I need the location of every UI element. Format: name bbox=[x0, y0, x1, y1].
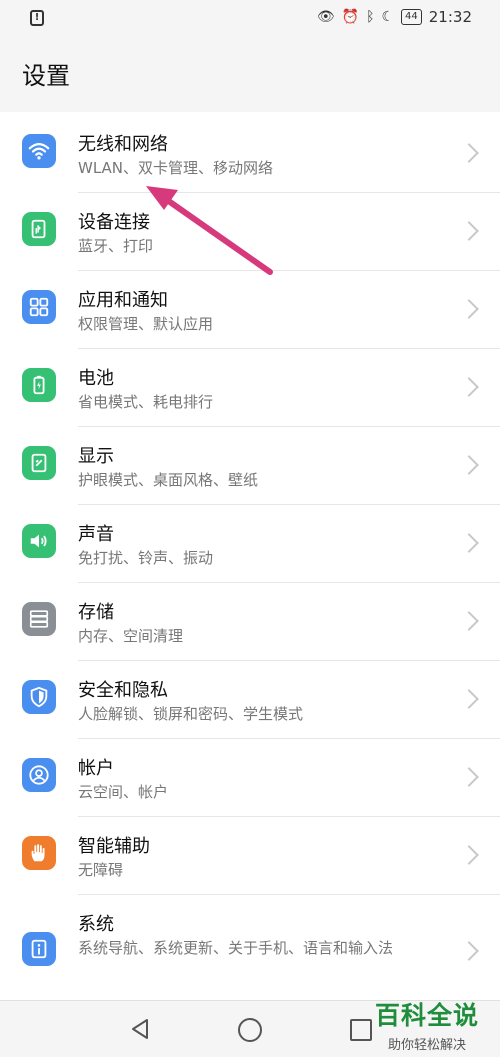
settings-item-subtitle: 云空间、帐户 bbox=[78, 783, 169, 801]
battery-indicator: 44 bbox=[401, 9, 422, 25]
speaker-icon bbox=[22, 524, 56, 558]
settings-item-account[interactable]: 帐户 云空间、帐户 bbox=[0, 738, 500, 816]
shield-icon bbox=[22, 680, 56, 714]
settings-item-title: 声音 bbox=[78, 524, 114, 545]
watermark-logo: 百科全说 bbox=[374, 1001, 479, 1030]
device-connection-icon bbox=[22, 212, 56, 246]
settings-item-subtitle: 无障碍 bbox=[78, 861, 124, 879]
settings-item-subtitle: 省电模式、耗电排行 bbox=[78, 393, 214, 411]
settings-item-subtitle: 权限管理、默认应用 bbox=[78, 315, 214, 333]
settings-item-subtitle: 护眼模式、桌面风格、壁纸 bbox=[78, 471, 259, 489]
settings-item-subtitle: 免打扰、铃声、振动 bbox=[78, 549, 214, 567]
watermark-tagline: 助你轻松解决 bbox=[387, 1038, 466, 1053]
chevron-right-icon bbox=[459, 143, 479, 163]
back-icon[interactable] bbox=[130, 1018, 150, 1040]
settings-item-system[interactable]: 系统 系统导航、系统更新、关于手机、语言和输入法 bbox=[0, 894, 500, 1000]
settings-item-device-connection[interactable]: 设备连接 蓝牙、打印 bbox=[0, 192, 500, 270]
settings-item-subtitle: WLAN、双卡管理、移动网络 bbox=[78, 159, 274, 177]
settings-item-title: 帐户 bbox=[78, 758, 114, 779]
apps-grid-icon bbox=[22, 290, 56, 324]
chevron-right-icon bbox=[459, 611, 479, 631]
settings-item-wireless-network[interactable]: 无线和网络 WLAN、双卡管理、移动网络 bbox=[0, 112, 500, 190]
clock: 21:32 bbox=[428, 8, 472, 26]
settings-item-battery[interactable]: 电池 省电模式、耗电排行 bbox=[0, 348, 500, 426]
chevron-right-icon bbox=[459, 533, 479, 553]
storage-icon bbox=[22, 602, 56, 636]
settings-item-title: 存储 bbox=[78, 602, 114, 623]
settings-item-storage[interactable]: 存储 内存、空间清理 bbox=[0, 582, 500, 660]
chevron-right-icon bbox=[459, 221, 479, 241]
settings-item-title: 应用和通知 bbox=[78, 290, 168, 311]
settings-item-title: 智能辅助 bbox=[78, 836, 150, 857]
settings-item-security-privacy[interactable]: 安全和隐私 人脸解锁、锁屏和密码、学生模式 bbox=[0, 660, 500, 738]
status-bar: ! 👁 ⏰ ᛒ ☾ 44 21:32 bbox=[0, 0, 500, 40]
chevron-right-icon bbox=[459, 767, 479, 787]
eye-comfort-icon: 👁 bbox=[316, 9, 335, 25]
settings-item-subtitle: 蓝牙、打印 bbox=[78, 237, 154, 255]
chevron-right-icon bbox=[459, 299, 479, 319]
battery-icon bbox=[22, 368, 56, 402]
notification-icon: ! bbox=[30, 10, 44, 26]
settings-item-apps-notifications[interactable]: 应用和通知 权限管理、默认应用 bbox=[0, 270, 500, 348]
settings-item-title: 无线和网络 bbox=[78, 134, 168, 155]
alarm-icon: ⏰ bbox=[341, 9, 360, 25]
settings-item-sound[interactable]: 声音 免打扰、铃声、振动 bbox=[0, 504, 500, 582]
settings-item-title: 设备连接 bbox=[78, 212, 150, 233]
bluetooth-icon: ᛒ bbox=[366, 9, 375, 25]
moon-icon: ☾ bbox=[381, 9, 395, 25]
chevron-right-icon bbox=[459, 689, 479, 709]
account-icon bbox=[22, 758, 56, 792]
settings-item-smart-assistance[interactable]: 智能辅助 无障碍 bbox=[0, 816, 500, 894]
chevron-right-icon bbox=[459, 845, 479, 865]
settings-item-subtitle: 内存、空间清理 bbox=[78, 627, 184, 645]
settings-item-title: 电池 bbox=[78, 368, 114, 389]
hand-icon bbox=[22, 836, 56, 870]
page-title: 设置 bbox=[22, 62, 70, 90]
chevron-right-icon bbox=[459, 941, 479, 961]
settings-item-display[interactable]: 显示 护眼模式、桌面风格、壁纸 bbox=[0, 426, 500, 504]
title-bar: 设置 bbox=[0, 40, 500, 104]
settings-list: 无线和网络 WLAN、双卡管理、移动网络 设备连接 蓝牙、打印 应用和通知 权限… bbox=[0, 112, 500, 1000]
chevron-right-icon bbox=[459, 377, 479, 397]
chevron-right-icon bbox=[459, 455, 479, 475]
settings-item-title: 安全和隐私 bbox=[78, 680, 168, 701]
status-icons: 👁 ⏰ ᛒ ☾ 44 21:32 bbox=[317, 8, 472, 26]
home-icon[interactable] bbox=[238, 1018, 262, 1042]
settings-item-subtitle: 人脸解锁、锁屏和密码、学生模式 bbox=[78, 705, 304, 723]
wifi-icon bbox=[22, 134, 56, 168]
settings-item-title: 显示 bbox=[78, 446, 114, 467]
system-info-icon bbox=[22, 932, 56, 966]
display-icon bbox=[22, 446, 56, 480]
watermark: 百科全说 助你轻松解决 bbox=[366, 996, 488, 1053]
settings-item-title: 系统 bbox=[78, 914, 114, 935]
settings-item-subtitle: 系统导航、系统更新、关于手机、语言和输入法 bbox=[78, 939, 394, 957]
